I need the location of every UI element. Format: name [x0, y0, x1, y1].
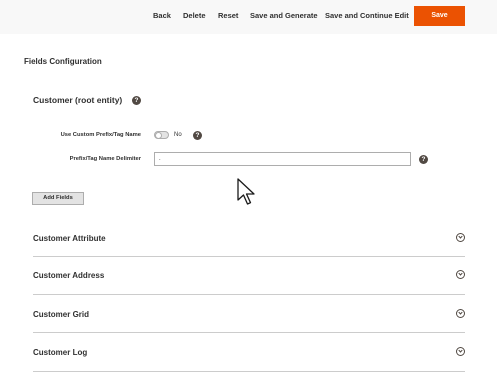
section-title: Customer Attribute [33, 234, 106, 243]
custom-prefix-toggle-value: No [174, 132, 182, 138]
mouse-pointer-icon [237, 178, 255, 205]
help-icon[interactable]: ? [132, 96, 141, 105]
add-fields-button[interactable]: Add Fields [32, 192, 84, 205]
section-customer-log[interactable]: Customer Log [33, 347, 465, 364]
section-title: Customer Address [33, 271, 105, 280]
delete-button[interactable]: Delete [183, 11, 206, 20]
help-icon[interactable]: ? [193, 131, 202, 140]
section-customer-attribute[interactable]: Customer Attribute [33, 233, 465, 250]
custom-prefix-toggle[interactable] [154, 131, 169, 139]
help-icon[interactable]: ? [419, 155, 428, 164]
delimiter-label: Prefix/Tag Name Delimiter [69, 156, 141, 162]
reset-button[interactable]: Reset [218, 11, 238, 20]
section-title: Customer Log [33, 348, 88, 357]
chevron-down-icon [456, 347, 465, 356]
divider [33, 332, 465, 333]
divider [33, 371, 465, 372]
divider [33, 256, 465, 257]
section-title: Customer Grid [33, 310, 90, 319]
chevron-down-icon [456, 309, 465, 318]
custom-prefix-label: Use Custom Prefix/Tag Name [60, 132, 141, 138]
toggle-knob [155, 131, 162, 139]
back-button[interactable]: Back [153, 11, 171, 20]
page-actions-toolbar: Back Delete Reset Save and Generate Save… [0, 0, 497, 34]
save-and-continue-edit-button[interactable]: Save and Continue Edit [325, 11, 409, 20]
customer-root-entity-title: Customer (root entity) [33, 95, 123, 105]
export-profile-page: Back Delete Reset Save and Generate Save… [0, 0, 497, 381]
chevron-down-icon [456, 270, 465, 279]
save-and-generate-button[interactable]: Save and Generate [250, 11, 318, 20]
chevron-down-icon [456, 233, 465, 242]
delimiter-input[interactable]: . [154, 152, 411, 166]
fields-configuration-title: Fields Configuration [24, 57, 102, 66]
divider [33, 294, 465, 295]
section-customer-address[interactable]: Customer Address [33, 270, 465, 287]
section-customer-grid[interactable]: Customer Grid [33, 309, 465, 326]
save-button[interactable]: Save [414, 6, 465, 26]
